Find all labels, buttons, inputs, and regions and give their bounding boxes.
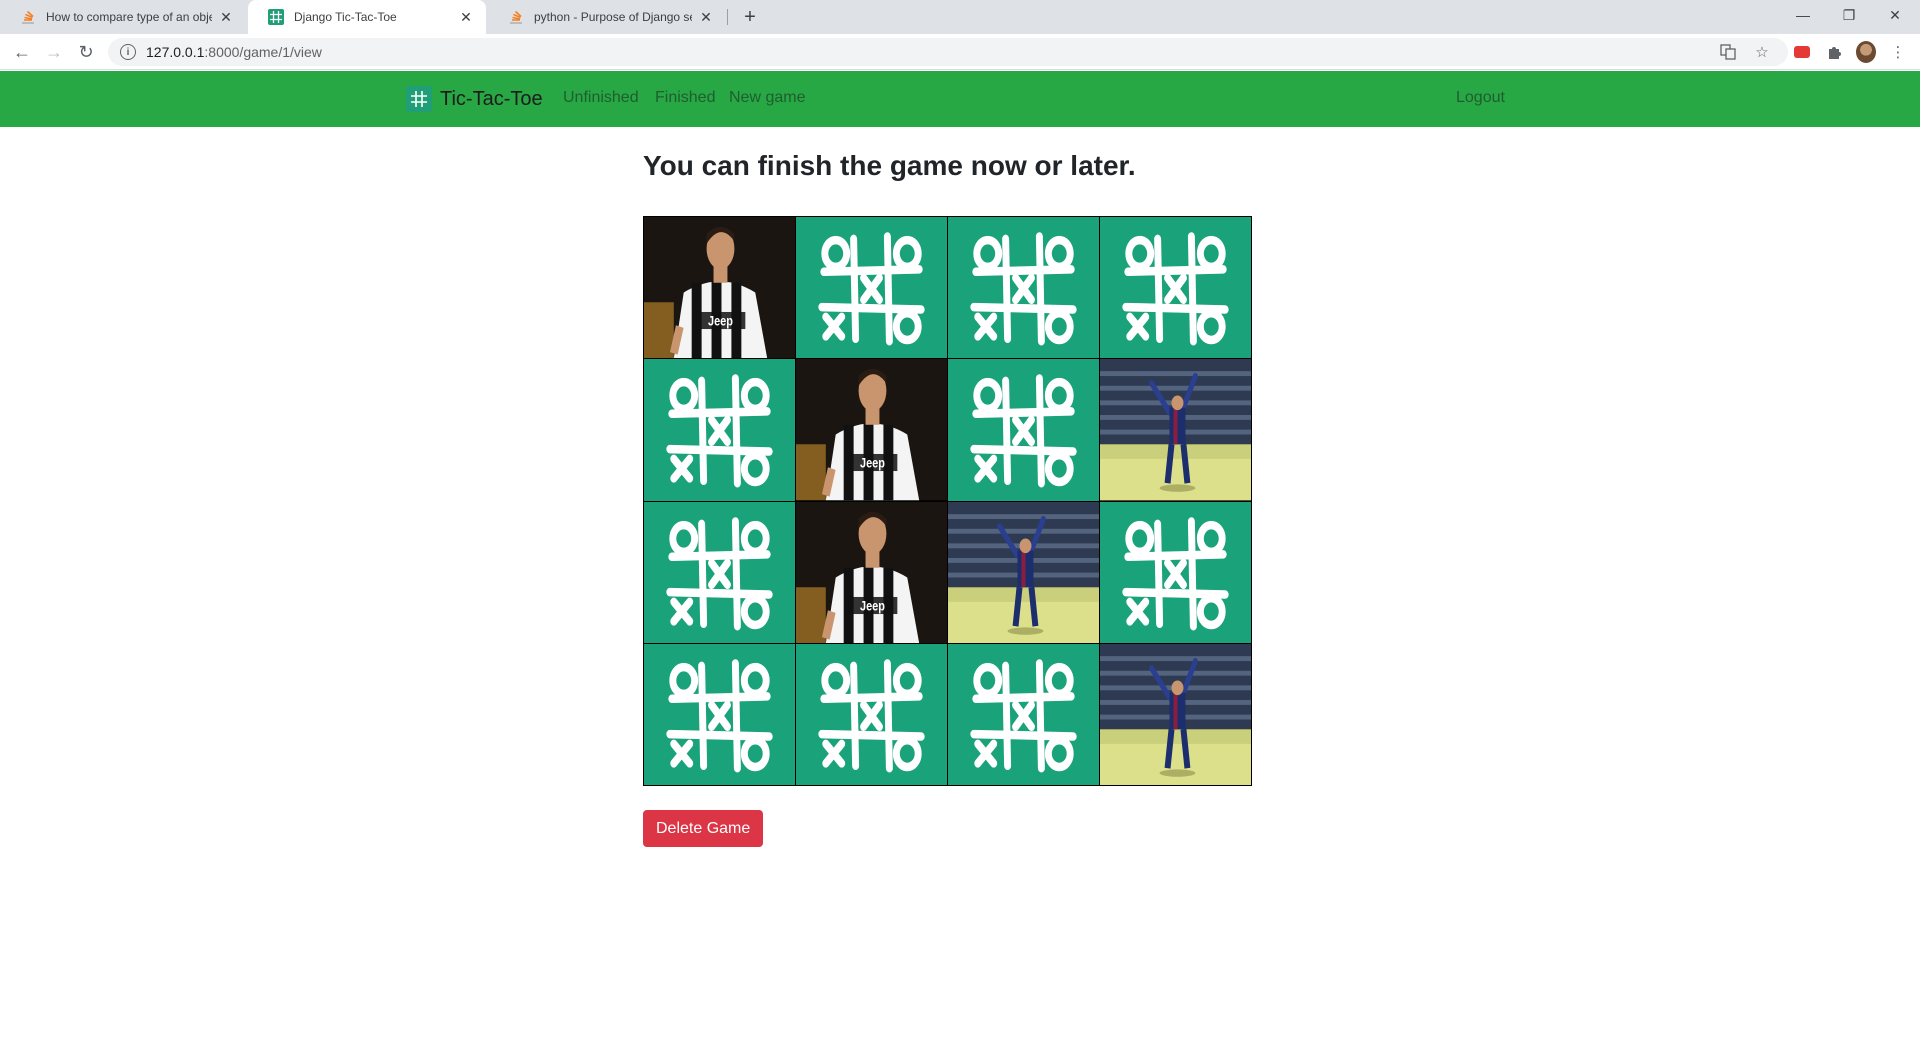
nav-link-new-game[interactable]: New game xyxy=(729,89,805,107)
player2-marker-image xyxy=(1100,359,1251,501)
tictactoe-empty-cell xyxy=(644,359,795,501)
board-cell[interactable] xyxy=(796,643,947,785)
board-cell[interactable] xyxy=(948,217,1099,359)
stackoverflow-icon xyxy=(508,9,524,25)
tictactoe-icon xyxy=(268,9,284,25)
profile-avatar[interactable] xyxy=(1856,41,1876,63)
new-tab-plus-icon[interactable]: + xyxy=(738,5,762,29)
player1-marker-image: Jeep xyxy=(644,217,795,359)
restore-icon[interactable]: ❐ xyxy=(1826,0,1872,30)
stackoverflow-icon xyxy=(20,9,36,25)
board-cell[interactable] xyxy=(796,217,947,359)
tictactoe-empty-cell xyxy=(796,643,947,785)
browser-toolbar: ← → ↻ i 127.0.0.1:8000/game/1/view ☆ ⋮ xyxy=(0,34,1920,70)
tictactoe-empty-cell xyxy=(796,217,947,359)
back-arrow-icon[interactable]: ← xyxy=(8,38,36,66)
tictactoe-empty-cell xyxy=(948,643,1099,785)
browser-tab-1[interactable]: How to compare type of an obje ✕ xyxy=(0,0,246,34)
player1-marker-image: Jeep xyxy=(796,501,947,643)
forward-arrow-icon[interactable]: → xyxy=(40,38,68,66)
close-icon[interactable]: ✕ xyxy=(698,9,714,25)
close-icon[interactable]: ✕ xyxy=(218,9,234,25)
site-navbar: Tic-Tac-Toe Unfinished Finished New game… xyxy=(0,71,1920,127)
tictactoe-logo-icon xyxy=(406,86,432,112)
extension-red-icon[interactable] xyxy=(1792,42,1812,62)
game-board: Jeep Jeep Jeep xyxy=(643,216,1252,786)
logout-link[interactable]: Logout xyxy=(1456,89,1505,107)
board-cell[interactable] xyxy=(644,501,795,643)
address-url: 127.0.0.1:8000/game/1/view xyxy=(146,44,322,60)
browser-tab-bar: How to compare type of an obje ✕ Django … xyxy=(0,0,1920,34)
board-cell xyxy=(1100,643,1251,785)
player1-marker-image: Jeep xyxy=(796,359,947,501)
board-cell[interactable] xyxy=(644,643,795,785)
board-cell[interactable] xyxy=(948,359,1099,501)
tictactoe-empty-cell xyxy=(1100,217,1251,359)
board-cell: Jeep xyxy=(796,501,947,643)
window-close-icon[interactable]: ✕ xyxy=(1872,0,1918,30)
board-cell[interactable] xyxy=(644,359,795,501)
player2-marker-image xyxy=(1100,643,1251,785)
svg-text:Jeep: Jeep xyxy=(860,598,885,613)
nav-link-finished[interactable]: Finished xyxy=(655,89,715,107)
browser-tab-title: How to compare type of an obje xyxy=(46,10,212,24)
brand-name: Tic-Tac-Toe xyxy=(440,87,543,110)
tictactoe-empty-cell xyxy=(644,501,795,643)
tab-divider xyxy=(727,9,728,25)
tictactoe-empty-cell xyxy=(1100,501,1251,643)
board-cell[interactable] xyxy=(1100,501,1251,643)
tictactoe-empty-cell xyxy=(948,217,1099,359)
extensions-puzzle-icon[interactable] xyxy=(1824,42,1844,62)
board-cell xyxy=(1100,359,1251,501)
browser-tab-2[interactable]: Django Tic-Tac-Toe ✕ xyxy=(248,0,486,34)
site-info-icon[interactable]: i xyxy=(120,44,136,60)
nav-link-unfinished[interactable]: Unfinished xyxy=(563,89,639,107)
tictactoe-empty-cell xyxy=(948,359,1099,501)
board-cell: Jeep xyxy=(796,359,947,501)
brand-link[interactable]: Tic-Tac-Toe xyxy=(406,86,543,112)
page-heading: You can finish the game now or later. xyxy=(643,150,1136,181)
delete-game-button[interactable]: Delete Game xyxy=(643,810,764,847)
board-cell[interactable] xyxy=(948,643,1099,785)
svg-text:Jeep: Jeep xyxy=(860,456,885,471)
menu-kebab-icon[interactable]: ⋮ xyxy=(1888,42,1908,62)
board-cell: Jeep xyxy=(644,217,795,359)
browser-tab-title: python - Purpose of Django setti xyxy=(534,10,692,24)
close-icon[interactable]: ✕ xyxy=(458,9,474,25)
minimize-icon[interactable]: — xyxy=(1780,0,1826,30)
tictactoe-empty-cell xyxy=(644,643,795,785)
address-bar[interactable]: i 127.0.0.1:8000/game/1/view xyxy=(108,38,1788,66)
browser-tab-title: Django Tic-Tac-Toe xyxy=(294,10,397,24)
board-cell[interactable] xyxy=(1100,217,1251,359)
reload-icon[interactable]: ↻ xyxy=(72,38,100,66)
browser-tab-3[interactable]: python - Purpose of Django setti ✕ xyxy=(488,0,726,34)
board-cell xyxy=(948,501,1099,643)
player2-marker-image xyxy=(948,501,1099,643)
bookmark-star-icon[interactable]: ☆ xyxy=(1752,42,1772,62)
translate-icon[interactable] xyxy=(1718,42,1738,62)
svg-text:Jeep: Jeep xyxy=(708,313,733,328)
